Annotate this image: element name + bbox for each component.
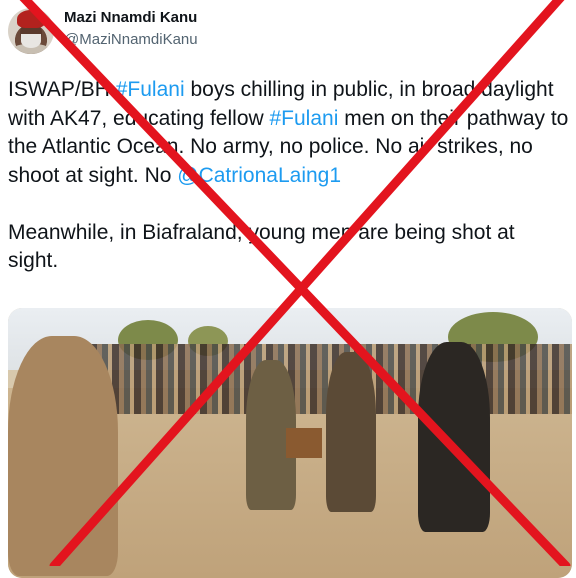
author-handle[interactable]: @MaziNnamdiKanu <box>64 31 198 48</box>
tweet-text-segment: ISWAP/BH <box>8 78 116 101</box>
tweet-paragraph-1: ISWAP/BH #Fulani boys chilling in public… <box>8 76 570 190</box>
tweet-paragraph-2: Meanwhile, in Biafraland, young men are … <box>8 220 515 273</box>
hashtag-fulani-link[interactable]: #Fulani <box>116 78 185 101</box>
tweet-text: ISWAP/BH #Fulani boys chilling in public… <box>8 76 570 276</box>
author-avatar[interactable] <box>8 8 54 54</box>
author-display-name[interactable]: Mazi Nnamdi Kanu <box>64 9 197 26</box>
mention-catrionalaing1-link[interactable]: @CatrionaLaing1 <box>177 164 341 187</box>
tweet-photo[interactable] <box>8 308 572 578</box>
hashtag-fulani-link[interactable]: #Fulani <box>270 107 339 130</box>
